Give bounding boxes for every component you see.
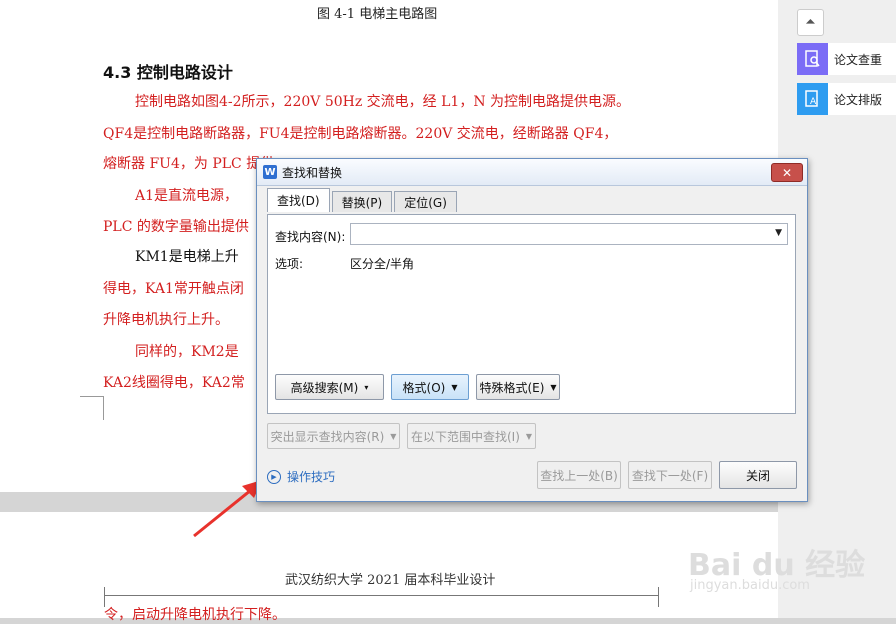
- collapse-up-icon[interactable]: ⏶: [797, 9, 824, 36]
- paragraph-line: QF4是控制电路断路器，FU4是控制电路熔断器。220V 交流电，经断路器 QF…: [103, 126, 618, 142]
- paragraph-line: 熔断器 FU4，为 PLC 提供: [103, 156, 275, 172]
- options-value: 区分全/半角: [350, 257, 415, 271]
- dropdown-arrow-icon[interactable]: ▼: [775, 228, 782, 238]
- paper-check-icon: [797, 43, 828, 75]
- double-chevron-down-icon: ▾: [364, 382, 369, 392]
- advanced-search-button[interactable]: 高级搜索(M) ▾: [275, 374, 384, 400]
- paragraph-line: 同样的，KM2是: [135, 344, 239, 360]
- find-content-label: 查找内容(N):: [275, 230, 346, 244]
- section-heading: 4.3 控制电路设计: [103, 63, 233, 82]
- watermark-url: jingyan.baidu.com: [690, 578, 810, 593]
- document-next-page: [0, 512, 778, 618]
- find-in-range-label: 在以下范围中查找(I): [410, 429, 520, 444]
- close-button[interactable]: 关闭: [719, 461, 797, 489]
- special-format-button[interactable]: 特殊格式(E) ▼: [476, 374, 560, 400]
- dropdown-arrow-icon: ▼: [550, 382, 557, 392]
- tab-find[interactable]: 查找(D): [267, 188, 330, 212]
- footer-rule-tick: [658, 587, 659, 607]
- paper-format-icon: A: [797, 83, 828, 115]
- paragraph-line: KM1是电梯上升: [135, 249, 239, 265]
- highlight-found-button[interactable]: 突出显示查找内容(R) ▼: [267, 423, 400, 449]
- dropdown-arrow-icon: ▼: [525, 431, 533, 441]
- paragraph-line: 升降电机执行上升。: [103, 312, 229, 328]
- find-content-input[interactable]: ▼: [350, 223, 788, 245]
- tab-replace[interactable]: 替换(P): [331, 191, 393, 212]
- operation-tips-link[interactable]: ▶ 操作技巧: [267, 468, 335, 485]
- tool-paper-format[interactable]: A 论文排版: [797, 83, 896, 115]
- find-replace-dialog: W 查找和替换 ✕ 查找(D) 替换(P) 定位(G) 查找内容(N): ▼ 选…: [256, 158, 808, 502]
- paragraph-line: PLC 的数字量输出提供: [103, 219, 249, 235]
- dialog-tabs: 查找(D) 替换(P) 定位(G): [267, 188, 459, 212]
- wps-app-icon: W: [263, 165, 277, 179]
- operation-tips-label: 操作技巧: [287, 470, 336, 484]
- tool-paper-check[interactable]: 论文查重: [797, 43, 896, 75]
- tool-paper-check-label: 论文查重: [834, 52, 883, 67]
- svg-text:A: A: [810, 97, 817, 107]
- options-label: 选项:: [275, 257, 304, 271]
- dialog-close-icon[interactable]: ✕: [771, 163, 803, 182]
- find-previous-button[interactable]: 查找上一处(B): [537, 461, 621, 489]
- advanced-search-label: 高级搜索(M): [290, 380, 359, 395]
- find-tab-panel: 查找内容(N): ▼ 选项: 区分全/半角 高级搜索(M) ▾ 格式(O) ▼ 特殊…: [267, 214, 796, 414]
- paragraph-line: A1是直流电源，: [135, 188, 239, 204]
- highlight-found-label: 突出显示查找内容(R): [270, 429, 385, 444]
- play-circle-icon: ▶: [267, 469, 281, 484]
- format-button[interactable]: 格式(O) ▼: [391, 374, 469, 400]
- paragraph-line: 得电，KA1常开触点闭: [103, 281, 244, 297]
- paragraph-line: 令，启动升降电机执行下降。: [104, 607, 286, 623]
- figure-caption: 图 4-1 电梯主电路图: [317, 7, 438, 22]
- paragraph-line: 控制电路如图4-2所示，220V 50Hz 交流电，经 L1，N 为控制电路提供…: [135, 94, 631, 110]
- find-in-range-button[interactable]: 在以下范围中查找(I) ▼: [407, 423, 536, 449]
- format-label: 格式(O): [402, 380, 446, 395]
- tab-goto[interactable]: 定位(G): [394, 191, 457, 212]
- special-format-label: 特殊格式(E): [479, 380, 545, 395]
- margin-corner-mark: [80, 396, 104, 420]
- footer-rule: [104, 595, 658, 596]
- page-footer: 武汉纺织大学 2021 届本科毕业设计: [285, 573, 496, 588]
- dialog-title: 查找和替换: [282, 165, 343, 180]
- dropdown-arrow-icon: ▼: [390, 431, 397, 441]
- dialog-titlebar[interactable]: W 查找和替换 ✕: [257, 159, 807, 186]
- find-next-button[interactable]: 查找下一处(F): [628, 461, 712, 489]
- tool-paper-format-label: 论文排版: [834, 92, 883, 107]
- paragraph-line: KA2线圈得电，KA2常: [103, 375, 245, 391]
- dropdown-arrow-icon: ▼: [451, 382, 458, 392]
